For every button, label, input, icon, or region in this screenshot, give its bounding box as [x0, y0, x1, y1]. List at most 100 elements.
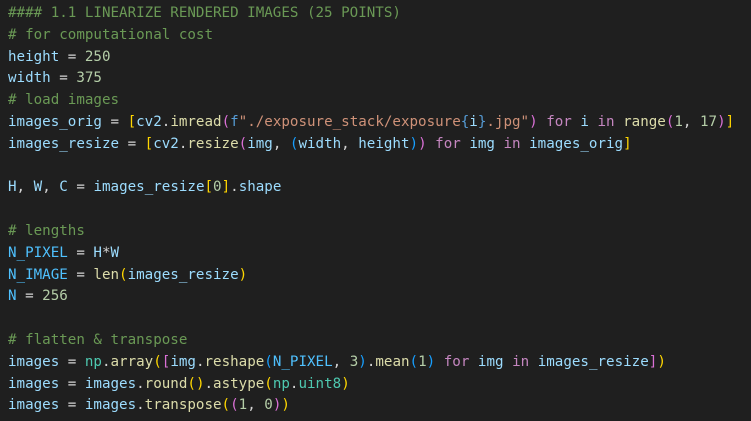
code-token: {: [460, 113, 470, 130]
code-token: # lengths: [8, 222, 85, 239]
code-token: ,: [42, 179, 60, 196]
code-token: for: [546, 113, 572, 130]
code-line: N_PIXEL = H*W: [8, 243, 751, 265]
code-token: images: [8, 375, 60, 392]
code-token: (: [187, 375, 196, 392]
code-token: mean: [375, 353, 410, 370]
code-token: ): [281, 397, 290, 414]
code-line: images = np.array([img.reshape(N_PIXEL, …: [8, 352, 751, 374]
code-token: =: [59, 397, 85, 414]
code-token: W: [110, 244, 120, 261]
code-line: images_resize = [cv2.resize(img, (width,…: [8, 134, 751, 156]
code-token: array: [110, 353, 154, 370]
code-token: images_resize: [537, 353, 649, 370]
code-token: for: [443, 353, 470, 370]
code-token: .: [101, 353, 111, 370]
code-token: images_orig: [8, 113, 102, 130]
code-token: N_IMAGE: [8, 266, 68, 283]
code-token: .: [136, 375, 145, 392]
code-token: reshape: [204, 353, 265, 370]
code-token: .: [136, 397, 145, 414]
code-token: width: [8, 70, 51, 87]
code-token: 17: [700, 113, 718, 130]
code-token: =: [59, 48, 85, 65]
code-token: # load images: [8, 92, 120, 109]
code-token: =: [67, 266, 94, 283]
code-token: H: [8, 179, 17, 196]
code-token: in: [597, 113, 615, 130]
code-token: N_PIXEL: [272, 353, 333, 370]
code-token: 250: [84, 48, 111, 65]
code-token: ): [418, 135, 427, 152]
code-token: =: [67, 244, 94, 261]
code-token: range: [623, 113, 666, 130]
code-line: N_IMAGE = len(images_resize): [8, 265, 751, 287]
code-token: images: [8, 353, 60, 370]
code-token: [: [204, 179, 214, 196]
code-token: ,: [341, 135, 359, 152]
code-token: W: [33, 179, 43, 196]
code-token: height: [358, 135, 410, 152]
code-token: len: [93, 266, 120, 283]
code-token: ,: [682, 113, 701, 130]
code-token: astype: [213, 375, 265, 392]
code-token: round: [144, 375, 188, 392]
code-token: #### 1.1 LINEARIZE RENDERED IMAGES (25 P…: [8, 5, 401, 21]
code-token: 0: [213, 179, 222, 196]
code-token: uint8: [298, 375, 342, 392]
code-token: ): [529, 113, 538, 130]
code-line: images = images.transpose((1, 0)): [8, 395, 751, 417]
code-line: H, W, C = images_resize[0].shape: [8, 177, 751, 199]
code-token: [: [127, 113, 137, 130]
code-token: ): [341, 375, 350, 392]
code-editor[interactable]: #### 1.1 LINEARIZE RENDERED IMAGES (25 P…: [0, 0, 751, 421]
code-token: N: [8, 288, 17, 305]
code-token: (: [409, 353, 419, 370]
code-token: =: [59, 375, 85, 392]
code-token: =: [59, 353, 85, 370]
code-token: # flatten & transpose: [8, 331, 188, 348]
code-token: H: [93, 244, 102, 261]
code-token: C: [59, 179, 68, 196]
code-token: ,: [247, 397, 265, 414]
code-token: images: [8, 397, 60, 414]
code-line: # for computational cost: [8, 25, 751, 47]
code-token: np: [272, 375, 290, 392]
code-token: 3: [349, 353, 359, 370]
code-token: =: [50, 70, 77, 87]
code-token: images: [84, 397, 137, 414]
code-token: width: [298, 135, 342, 152]
code-token: height: [8, 48, 60, 65]
code-line: # lengths: [8, 221, 751, 243]
code-token: imread: [170, 113, 222, 130]
code-token: (: [221, 113, 231, 130]
code-token: in: [503, 135, 521, 152]
code-token: ]: [623, 135, 632, 152]
code-token: i: [469, 113, 478, 130]
code-token: img: [170, 353, 196, 370]
code-token: =: [101, 113, 128, 130]
code-token: shape: [238, 179, 282, 196]
code-token: 1: [238, 397, 248, 414]
code-token: images: [84, 375, 137, 392]
code-token: img: [247, 135, 273, 152]
code-token: f: [230, 113, 239, 130]
code-token: cv2: [136, 113, 162, 130]
code-token: (: [221, 397, 231, 414]
code-token: images_resize: [8, 135, 120, 152]
code-token: (: [264, 375, 273, 392]
code-token: 1: [418, 353, 427, 370]
code-line: # load images: [8, 90, 751, 112]
code-line: N = 256: [8, 286, 751, 308]
code-token: img: [469, 135, 495, 152]
code-token: ): [409, 135, 419, 152]
code-token: =: [16, 288, 43, 305]
code-line: width = 375: [8, 68, 751, 90]
code-line: #### 1.1 LINEARIZE RENDERED IMAGES (25 P…: [8, 3, 751, 25]
